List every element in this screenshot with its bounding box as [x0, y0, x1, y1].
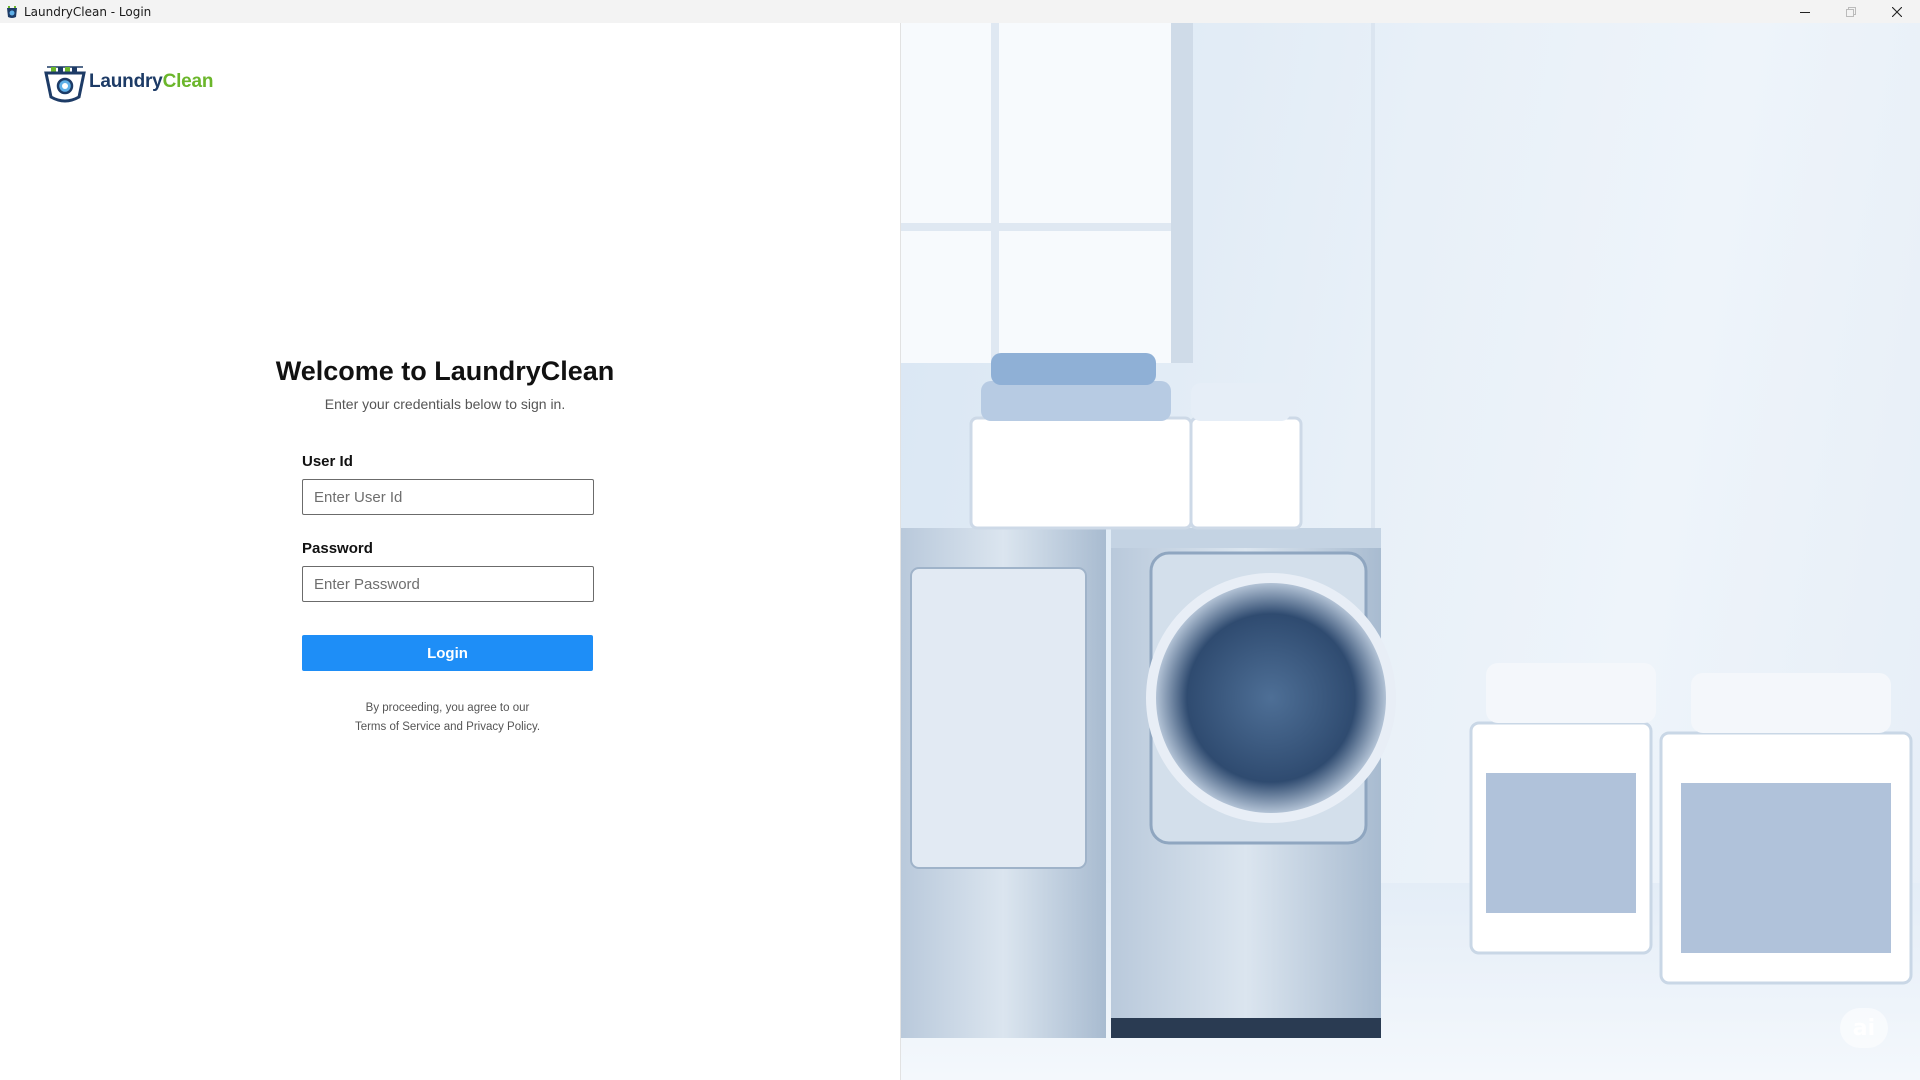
laundry-room-illustration: [901, 23, 1920, 1080]
page-title: Welcome to LaundryClean: [275, 356, 615, 386]
brand-name-part2: Clean: [162, 71, 214, 92]
login-pane: LaundryClean Welcome to LaundryClean Ent…: [0, 23, 900, 1080]
close-icon: [1892, 6, 1902, 17]
maximize-icon: [1846, 6, 1856, 17]
close-button[interactable]: [1874, 0, 1920, 23]
hero-image: ai: [900, 23, 1920, 1080]
page-subtitle: Enter your credentials below to sign in.: [324, 396, 566, 412]
ai-watermark-badge: ai: [1840, 1008, 1888, 1048]
brand-logo: LaundryClean: [43, 61, 214, 103]
window-controls: [1782, 0, 1920, 23]
welcome-header: Welcome to LaundryClean Enter your crede…: [240, 356, 650, 412]
window-title: LaundryClean - Login: [24, 4, 152, 19]
basket-floor-right: [1659, 673, 1913, 985]
maximize-button[interactable]: [1828, 0, 1874, 23]
minimize-button[interactable]: [1782, 0, 1828, 23]
legal-notice: By proceeding, you agree to our Terms of…: [302, 699, 593, 737]
password-input[interactable]: [302, 566, 594, 602]
user-id-input[interactable]: [302, 479, 594, 515]
minimize-icon: [1800, 11, 1810, 13]
brand-name-part1: Laundry: [89, 71, 163, 92]
login-button[interactable]: Login: [302, 635, 593, 671]
legal-line-1: By proceeding, you agree to our: [365, 702, 530, 714]
legal-line-2[interactable]: Terms of Service and Privacy Policy.: [302, 718, 593, 737]
washing-basket-logo-icon: [44, 66, 86, 103]
app-window: LaundryClean - Login LaundryClean Welcom…: [0, 0, 1920, 1080]
title-bar: LaundryClean - Login: [0, 0, 1920, 23]
password-label: Password: [302, 540, 373, 557]
brand-wordmark: LaundryClean: [89, 71, 214, 93]
basket-floor-left: [1469, 663, 1656, 955]
basket-top-right: [1189, 383, 1303, 530]
washing-basket-icon: [7, 5, 17, 18]
basket-top-left: [969, 353, 1193, 530]
user-id-label: User Id: [302, 453, 353, 470]
